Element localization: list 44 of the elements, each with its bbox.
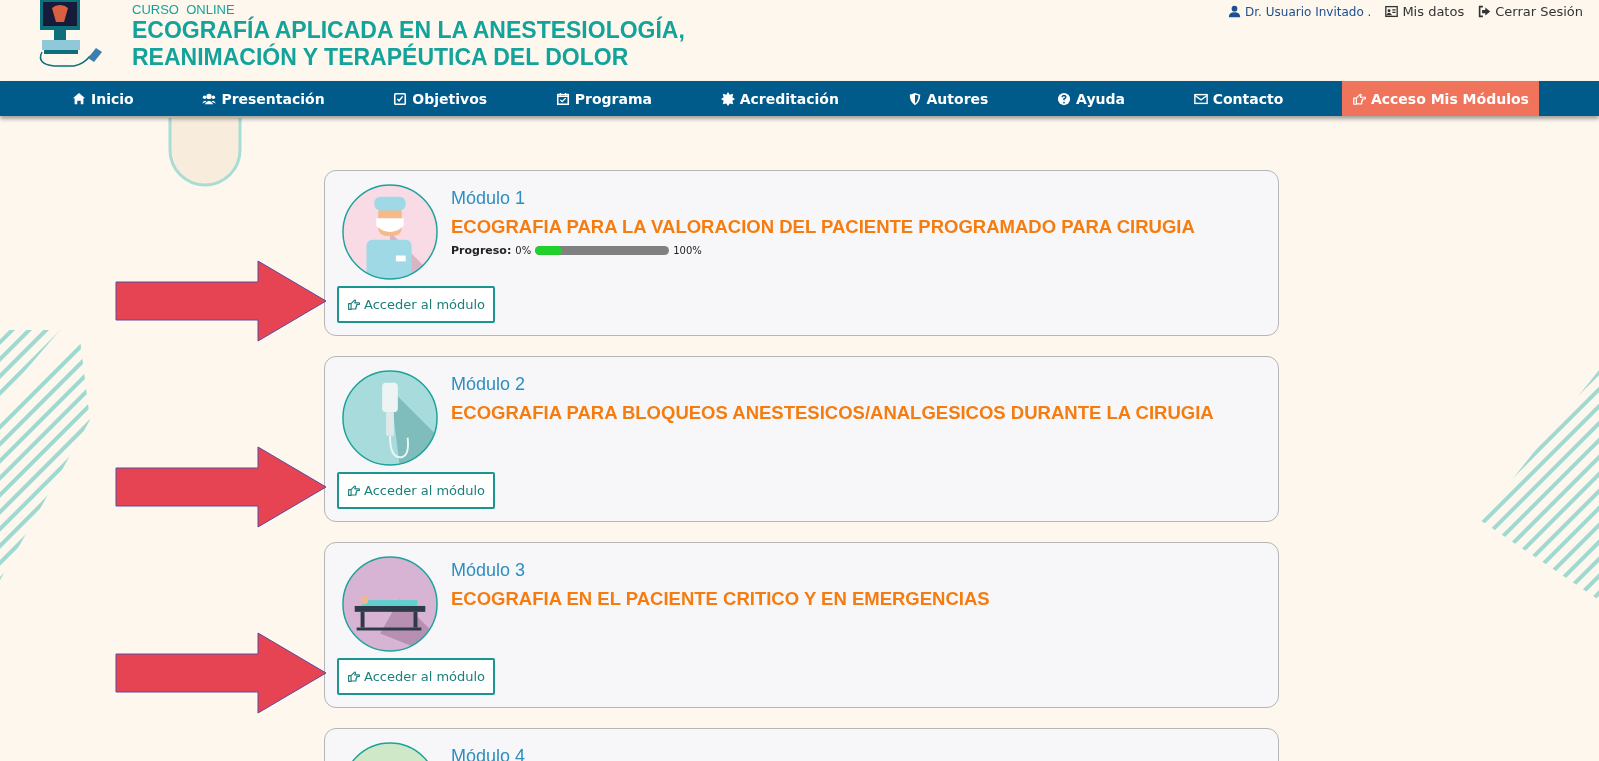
calendar-icon — [555, 91, 570, 106]
user-link[interactable]: Dr. Usuario Invitado . — [1228, 4, 1372, 19]
nav-tab[interactable]: Programa — [545, 81, 662, 116]
progress-label: Progreso: — [451, 244, 512, 257]
progress-end: 100% — [673, 245, 702, 256]
nav-tab[interactable]: Objetivos — [383, 81, 498, 116]
badge-icon — [720, 91, 735, 106]
logout-icon — [1478, 5, 1492, 18]
user-icon — [1228, 5, 1242, 18]
pointing-hand-icon — [1351, 91, 1366, 106]
nav-tab[interactable]: Inicio — [62, 81, 144, 116]
shield-icon — [907, 91, 922, 106]
envelope-icon — [1193, 91, 1208, 106]
nav-tab[interactable]: Acreditación — [710, 81, 849, 116]
module-title: ECOGRAFIA PARA LA VALORACION DEL PACIENTE PROGRAMADO PARA CIRUGIA — [451, 216, 1196, 238]
module-number: Módulo 3 — [451, 559, 527, 581]
pointing-hand-icon — [347, 670, 360, 683]
surgeon-icon — [341, 183, 439, 281]
nav-tab[interactable]: Presentación — [192, 81, 335, 116]
course-title: REANIMACIÓN Y TERAPÉUTICA DEL DOLOR — [132, 44, 630, 71]
checkbox-icon — [393, 91, 408, 106]
access-module-button[interactable]: Acceder al módulo — [337, 286, 496, 323]
module-number: Módulo 2 — [451, 373, 527, 395]
iv-drip-icon — [341, 369, 439, 467]
question-icon — [1057, 91, 1072, 106]
course-label: CURSO ONLINE — [132, 2, 235, 17]
module-title: ECOGRAFIA EN EL PACIENTE CRITICO Y EN EMERGENCIAS — [451, 588, 991, 610]
module-number: Módulo 1 — [451, 187, 527, 209]
stretcher-icon — [341, 555, 439, 653]
nav-tab[interactable]: Autores — [897, 81, 999, 116]
progress-start: 0% — [515, 245, 532, 256]
home-icon — [72, 91, 86, 106]
module-title: ECOGRAFIA PARA BLOQUEOS ANESTESICOS/ANALGESICOS DURANTE LA CIRUGIA — [451, 402, 1215, 424]
logout-link[interactable]: Cerrar Sesión — [1478, 4, 1583, 19]
id-card-icon — [1385, 5, 1399, 18]
pointing-hand-icon — [347, 484, 360, 497]
course-title: ECOGRAFÍA APLICADA EN LA ANESTESIOLOGÍA, — [132, 17, 685, 43]
profile-link[interactable]: Mis datos — [1385, 4, 1465, 19]
access-module-button[interactable]: Acceder al módulo — [337, 472, 496, 509]
access-module-button[interactable]: Acceder al módulo — [337, 658, 496, 695]
nav-tab[interactable]: Ayuda — [1047, 81, 1135, 116]
users-icon — [202, 91, 217, 106]
nav-tab[interactable]: Contacto — [1183, 81, 1294, 116]
pointing-hand-icon — [347, 298, 360, 311]
